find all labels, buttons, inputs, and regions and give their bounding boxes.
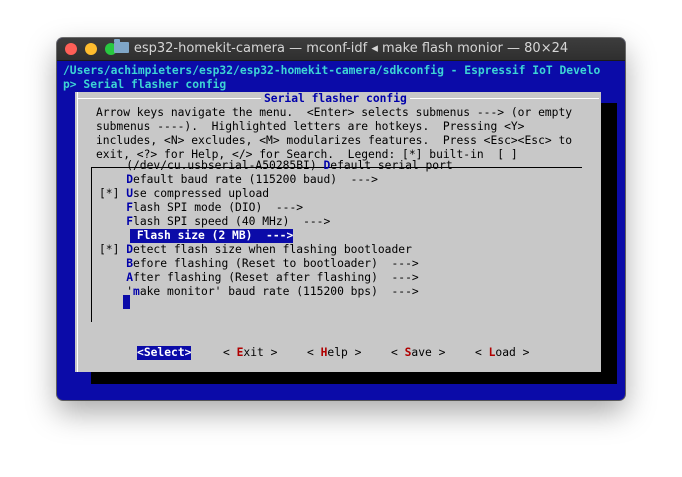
button-label: elp >: [327, 346, 362, 359]
button-bracket: <: [391, 346, 405, 359]
config-path-line: /Users/achimpieters/esp32/esp32-homekit-…: [63, 64, 601, 77]
menu-item-label: fter flashing (Reset after flashing) ---…: [133, 271, 419, 284]
menu-item-hotkey: F: [136, 229, 144, 242]
menu-item-hotkey: B: [126, 257, 134, 270]
button-label: oad >: [495, 346, 530, 359]
menu-item-hotkey: F: [126, 215, 134, 228]
menu-item[interactable]: 'make monitor' baud rate (115200 bps) --…: [99, 285, 419, 299]
menu-item-prefix: [*]: [99, 187, 127, 200]
help-text-line-3: includes, <N> excludes, <M> modularizes …: [96, 134, 573, 147]
menu-item[interactable]: (/dev/cu.usbserial-A50285BI) Default ser…: [99, 159, 453, 173]
menu-item[interactable]: Flash size (2 MB) --->: [130, 229, 294, 243]
menu-item-hotkey: D: [126, 173, 134, 186]
menu-item-hotkey: m: [133, 285, 140, 298]
menu-item[interactable]: Default baud rate (115200 baud) --->: [99, 173, 378, 187]
button-bracket: <: [137, 346, 144, 359]
button-label: ave >: [411, 346, 446, 359]
menu-item[interactable]: [*] Detect flash size when flashing boot…: [99, 243, 412, 257]
folder-icon: [113, 39, 129, 53]
select-button[interactable]: <Select>: [137, 346, 192, 360]
load-button[interactable]: < Load >: [475, 346, 529, 360]
menu-item-prefix: [99, 201, 126, 214]
menu-item[interactable]: [*] Use compressed upload: [99, 187, 269, 201]
menu-item-prefix: ': [99, 285, 134, 298]
menu-item[interactable]: Flash SPI speed (40 MHz) --->: [99, 215, 330, 229]
exit-button[interactable]: < Exit >: [223, 346, 277, 360]
menu-item-prefix: [99, 173, 126, 186]
menu-item-label: lash SPI mode (DIO) --->: [133, 201, 304, 214]
menu-item-prefix: [99, 257, 126, 270]
menu-item-hotkey: D: [126, 243, 134, 256]
save-button[interactable]: < Save >: [391, 346, 445, 360]
help-text-line-1: Arrow keys navigate the menu. <Enter> se…: [96, 106, 573, 119]
button-label: xit >: [243, 346, 278, 359]
menu-item[interactable]: Before flashing (Reset to bootloader) --…: [99, 257, 419, 271]
button-bracket: <: [223, 346, 237, 359]
menu-item-prefix: [99, 271, 126, 284]
button-label: elect>: [150, 346, 192, 359]
menu-item-label: se compressed upload: [133, 187, 270, 200]
menu-item[interactable]: After flashing (Reset after flashing) --…: [99, 271, 419, 285]
menu-item-label: lash size (2 MB) --->: [143, 229, 294, 242]
menu-item-prefix: [*]: [99, 243, 127, 256]
button-bracket: <: [307, 346, 321, 359]
menu-item-label: ake monitor' baud rate (115200 bps) --->: [139, 285, 419, 298]
menu-item-hotkey: U: [126, 187, 134, 200]
menu-item-hotkey: A: [126, 271, 134, 284]
terminal-window: esp32-homekit-camera — mconf-idf ◂ make …: [57, 38, 625, 400]
menu-item-label: etect flash size when flashing bootloade…: [133, 243, 412, 256]
button-hotkey: S: [143, 346, 151, 359]
menu-item-label: lash SPI speed (40 MHz) --->: [133, 215, 331, 228]
help-button[interactable]: < Help >: [307, 346, 361, 360]
menu-item-prefix: [130, 229, 137, 242]
menu-item-label: efault serial port: [330, 159, 453, 172]
menuconfig-dialog: Serial flasher config Arrow keys navigat…: [75, 92, 601, 372]
window-title: esp32-homekit-camera — mconf-idf ◂ make …: [133, 41, 569, 56]
menu-item-prefix: [99, 215, 126, 228]
window-title-area: esp32-homekit-camera — mconf-idf ◂ make …: [57, 39, 625, 56]
menu-item[interactable]: Flash SPI mode (DIO) --->: [99, 201, 303, 215]
menu-item-label: efault baud rate (115200 baud) --->: [133, 173, 378, 186]
menu-item-prefix: (/dev/cu.usbserial-A50285BI): [99, 159, 324, 172]
menu-item-label: efore flashing (Reset to bootloader) ---…: [133, 257, 419, 270]
menu-item-hotkey: F: [126, 201, 134, 214]
breadcrumb: p> Serial flasher config: [63, 78, 227, 91]
dialog-border-left: [77, 92, 78, 372]
button-bracket: <: [475, 346, 489, 359]
dialog-title: Serial flasher config: [261, 92, 410, 106]
help-text-line-2: submenus ----). Highlighted letters are …: [96, 120, 525, 133]
title-bar: esp32-homekit-camera — mconf-idf ◂ make …: [57, 38, 625, 61]
